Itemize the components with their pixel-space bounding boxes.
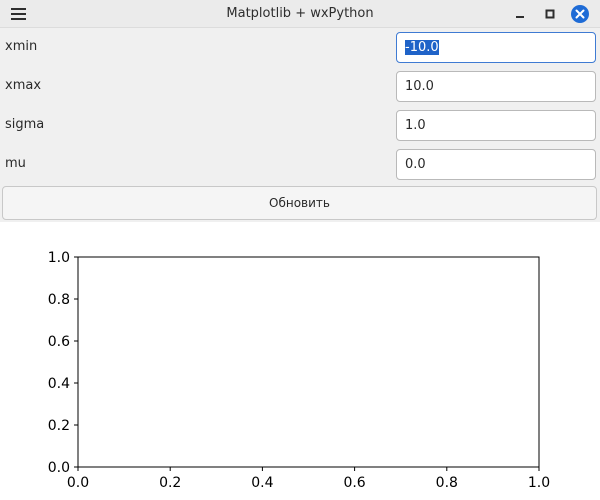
y-tick-label: 0.6	[48, 334, 70, 350]
close-icon[interactable]	[570, 4, 590, 24]
y-tick-label: 0.2	[48, 418, 70, 434]
x-tick-label: 0.6	[343, 475, 365, 491]
form-row-mu: mu 0.0	[0, 146, 600, 182]
xmin-value: -10.0	[405, 40, 439, 55]
xmin-input[interactable]: -10.0	[396, 32, 596, 63]
field-label-mu: mu	[5, 156, 26, 171]
mu-value: 0.0	[405, 157, 426, 172]
form-row-sigma: sigma 1.0	[0, 107, 600, 143]
y-tick-label: 0.8	[48, 292, 70, 308]
y-tick-label: 1.0	[48, 250, 70, 266]
field-label-xmax: xmax	[5, 78, 42, 93]
hamburger-menu-icon[interactable]	[8, 6, 30, 22]
form-row-xmin: xmin -10.0	[0, 29, 600, 65]
x-tick-label: 0.2	[159, 475, 181, 491]
form-row-xmax: xmax 10.0	[0, 68, 600, 104]
maximize-icon[interactable]	[540, 4, 560, 24]
sigma-input[interactable]: 1.0	[396, 110, 596, 141]
mu-input[interactable]: 0.0	[396, 149, 596, 180]
minimize-icon[interactable]	[510, 4, 530, 24]
title-bar: Matplotlib + wxPython	[0, 0, 600, 28]
app-window: Matplotlib + wxPython xmin -10.0 xmax 10…	[0, 0, 600, 500]
window-title: Matplotlib + wxPython	[226, 6, 374, 21]
xmax-input[interactable]: 10.0	[396, 71, 596, 102]
plot-canvas[interactable]: 0.0 0.2 0.4 0.6 0.8 1.0 0.0 0.2 0.4 0.6 0.8 1.0	[0, 222, 600, 500]
x-tick-label: 0.0	[67, 475, 89, 491]
field-label-sigma: sigma	[5, 117, 45, 132]
y-tick-label: 0.0	[48, 460, 70, 476]
x-tick-label: 1.0	[528, 475, 550, 491]
field-label-xmin: xmin	[5, 39, 38, 54]
xmax-value: 10.0	[405, 79, 434, 94]
x-tick-label: 0.4	[251, 475, 273, 491]
y-tick-label: 0.4	[48, 376, 70, 392]
sigma-value: 1.0	[405, 118, 426, 133]
update-button[interactable]: Обновить	[2, 186, 597, 220]
axes-frame	[77, 256, 540, 468]
chart-svg: 0.0 0.2 0.4 0.6 0.8 1.0 0.0 0.2 0.4 0.6 0.8 1.0	[48, 250, 550, 491]
x-tick-label: 0.8	[436, 475, 458, 491]
